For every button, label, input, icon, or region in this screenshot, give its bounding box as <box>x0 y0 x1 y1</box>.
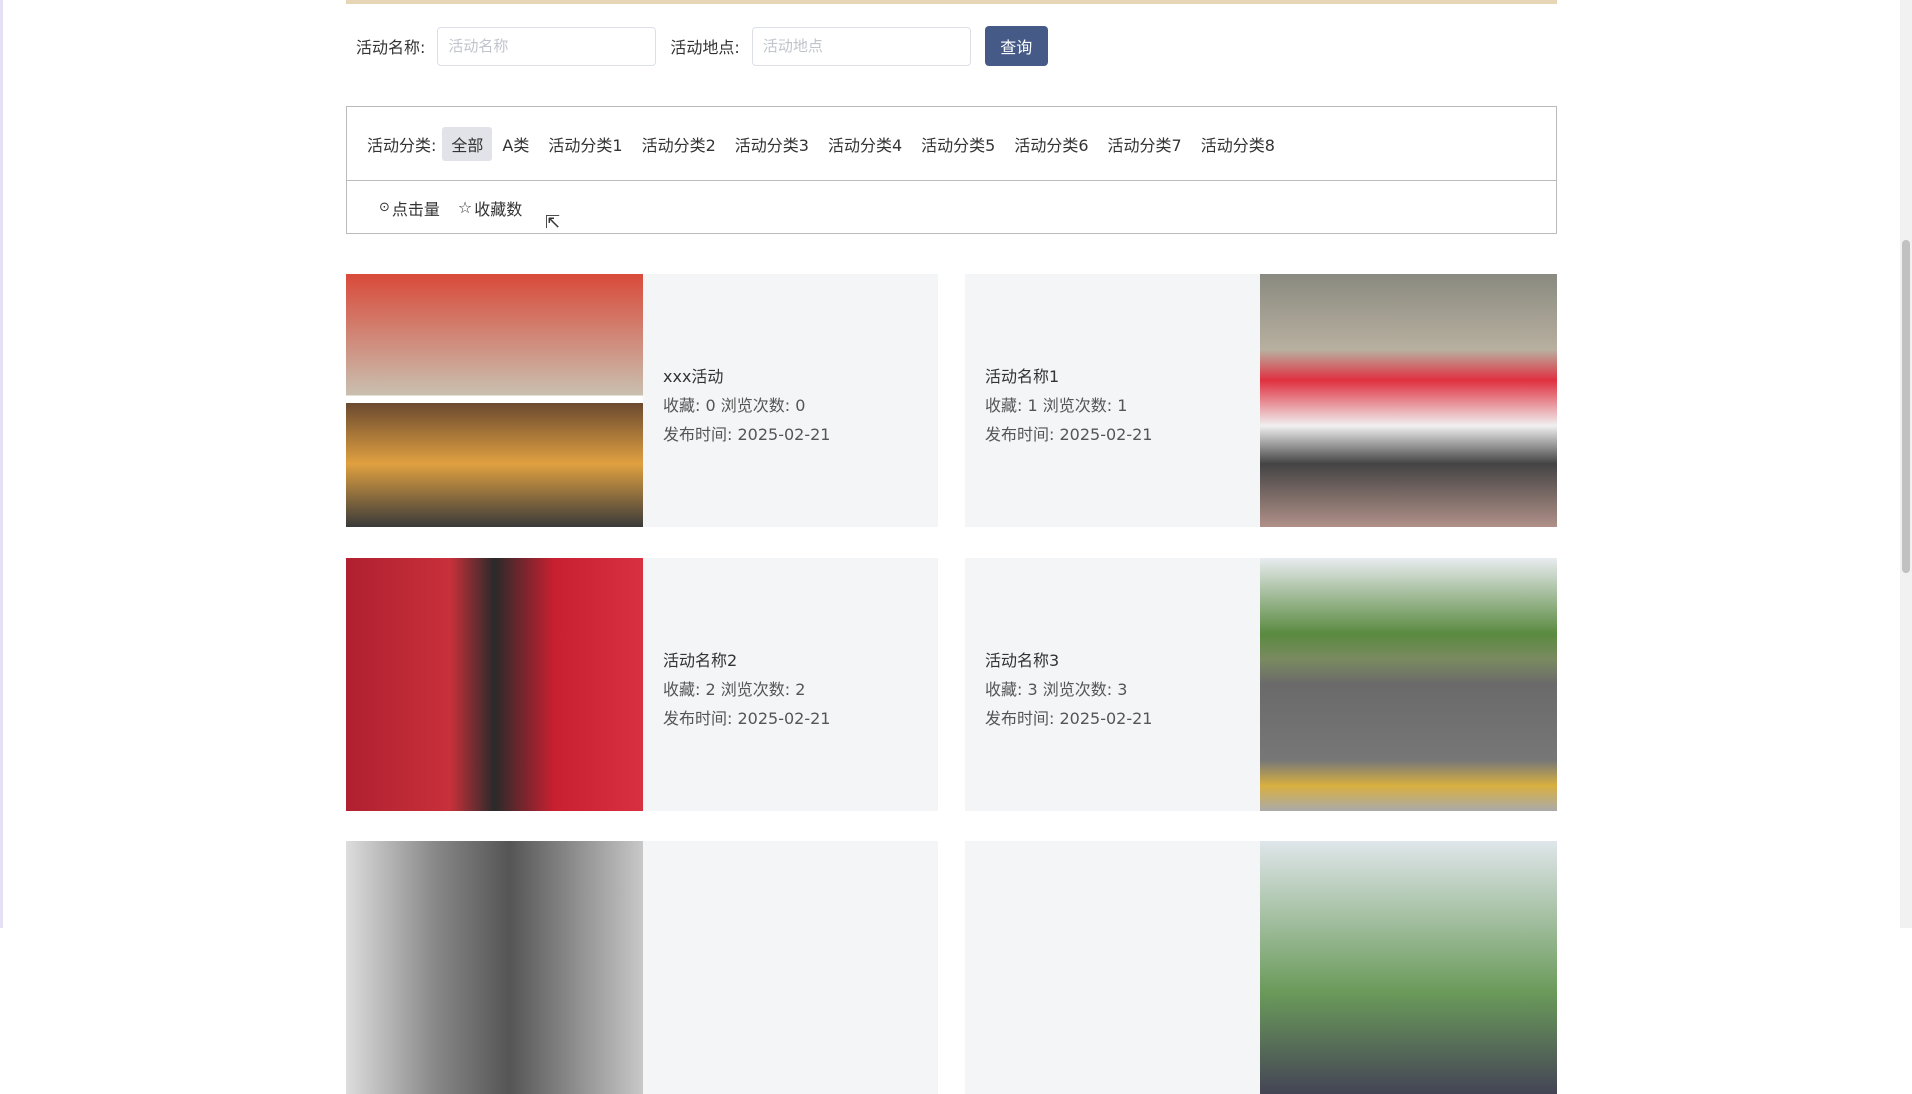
category-1[interactable]: 活动分类1 <box>539 127 631 161</box>
activity-place-label: 活动地点: <box>670 38 740 57</box>
card-stats: 收藏: 1 浏览次数: 1 <box>985 396 1128 415</box>
sort-clicks-label: 点击量 <box>391 199 440 219</box>
window-edge <box>0 0 3 928</box>
card-date: 发布时间: 2025-02-21 <box>663 709 831 728</box>
sort-row: ⊙ 点击量 ☆ 收藏数 <box>347 181 1556 234</box>
category-5[interactable]: 活动分类5 <box>912 127 1004 161</box>
circle-chevron-icon: ⊙ <box>379 200 390 215</box>
category-8[interactable]: 活动分类8 <box>1192 127 1284 161</box>
filter-panel: 活动分类: 全部 A类 活动分类1 活动分类2 活动分类3 活动分类4 活动分类… <box>346 106 1557 234</box>
scrollbar-thumb[interactable] <box>1902 240 1910 573</box>
card-title: xxx活动 <box>663 367 724 386</box>
activity-photo <box>1260 841 1557 1094</box>
category-row: 活动分类: 全部 A类 活动分类1 活动分类2 活动分类3 活动分类4 活动分类… <box>347 107 1556 181</box>
card-stats: 收藏: 2 浏览次数: 2 <box>663 680 806 699</box>
activity-photo <box>1260 274 1557 527</box>
card-date: 发布时间: 2025-02-21 <box>985 425 1153 444</box>
card-title: 活动名称3 <box>985 651 1060 670</box>
category-7[interactable]: 活动分类7 <box>1099 127 1191 161</box>
activity-name-label: 活动名称: <box>356 38 426 57</box>
sort-favorites-label: 收藏数 <box>474 199 523 219</box>
category-2[interactable]: 活动分类2 <box>633 127 725 161</box>
activity-photo <box>1260 558 1557 811</box>
category-a[interactable]: A类 <box>493 127 538 161</box>
mouse-cursor-icon: ⇱ <box>545 212 561 233</box>
activity-card[interactable] <box>965 841 1557 1094</box>
card-title: 活动名称1 <box>985 367 1060 386</box>
activity-place-input[interactable] <box>751 26 971 66</box>
search-button[interactable]: 查询 <box>984 26 1048 66</box>
sort-favorites[interactable]: ☆ 收藏数 <box>458 196 522 220</box>
category-3[interactable]: 活动分类3 <box>726 127 818 161</box>
card-date: 发布时间: 2025-02-21 <box>663 425 831 444</box>
activity-photo <box>346 841 643 1094</box>
activity-card[interactable] <box>346 841 938 1094</box>
card-stats: 收藏: 3 浏览次数: 3 <box>985 680 1128 699</box>
category-label: 活动分类: <box>367 135 437 155</box>
activity-photo <box>346 274 643 527</box>
card-date: 发布时间: 2025-02-21 <box>985 709 1153 728</box>
card-title: 活动名称2 <box>663 651 738 670</box>
star-icon: ☆ <box>457 198 473 217</box>
category-6[interactable]: 活动分类6 <box>1005 127 1097 161</box>
header-accent-bar <box>346 0 1557 4</box>
activity-card[interactable]: 活动名称2 收藏: 2 浏览次数: 2 发布时间: 2025-02-21 <box>346 558 938 811</box>
activity-card[interactable]: 活动名称1 收藏: 1 浏览次数: 1 发布时间: 2025-02-21 <box>965 274 1557 527</box>
activity-card[interactable]: 活动名称3 收藏: 3 浏览次数: 3 发布时间: 2025-02-21 <box>965 558 1557 811</box>
activity-name-input[interactable] <box>437 26 657 66</box>
scrollbar[interactable] <box>1900 0 1912 928</box>
search-form: 活动名称: 活动地点: 查询 <box>356 26 1048 66</box>
sort-clicks[interactable]: ⊙ 点击量 <box>379 196 440 220</box>
card-stats: 收藏: 0 浏览次数: 0 <box>663 396 806 415</box>
activity-photo <box>346 558 643 811</box>
activity-card[interactable]: xxx活动收藏: 0 浏览次数: 0 发布时间: 2025-02-21 <box>346 274 938 527</box>
category-4[interactable]: 活动分类4 <box>819 127 911 161</box>
category-all[interactable]: 全部 <box>442 126 493 161</box>
